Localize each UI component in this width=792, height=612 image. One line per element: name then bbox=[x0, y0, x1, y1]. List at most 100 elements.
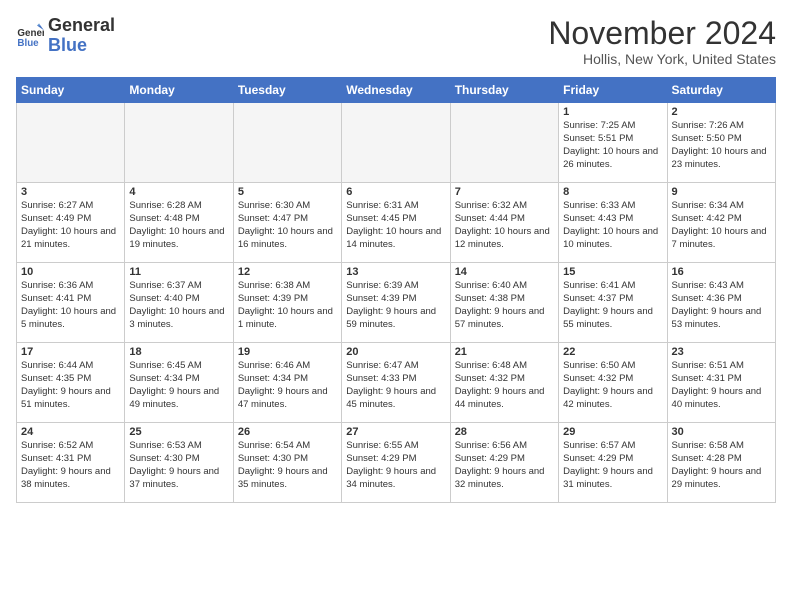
day-info: Sunrise: 6:41 AM Sunset: 4:37 PM Dayligh… bbox=[563, 280, 662, 331]
day-number: 23 bbox=[672, 346, 771, 358]
day-info: Sunrise: 6:56 AM Sunset: 4:29 PM Dayligh… bbox=[455, 440, 554, 491]
day-info: Sunrise: 6:54 AM Sunset: 4:30 PM Dayligh… bbox=[238, 440, 337, 491]
calendar-cell: 10 Sunrise: 6:36 AM Sunset: 4:41 PM Dayli… bbox=[17, 263, 125, 343]
day-number: 1 bbox=[563, 106, 662, 118]
header-row: Sunday Monday Tuesday Wednesday Thursday… bbox=[17, 78, 776, 103]
day-number: 22 bbox=[563, 346, 662, 358]
calendar-cell: 14Sunrise: 6:40 AM Sunset: 4:38 PM Dayli… bbox=[450, 263, 558, 343]
day-number: 7 bbox=[455, 186, 554, 198]
day-info: Sunrise: 6:55 AM Sunset: 4:29 PM Dayligh… bbox=[346, 440, 445, 491]
calendar-cell bbox=[125, 103, 233, 183]
calendar-cell: 16Sunrise: 6:43 AM Sunset: 4:36 PM Dayli… bbox=[667, 263, 775, 343]
day-info: Sunrise: 6:52 AM Sunset: 4:31 PM Dayligh… bbox=[21, 440, 120, 491]
calendar-week-4: 24 Sunrise: 6:52 AM Sunset: 4:31 PM Dayli… bbox=[17, 423, 776, 503]
day-number: 28 bbox=[455, 426, 554, 438]
day-number: 19 bbox=[238, 346, 337, 358]
day-number: 25 bbox=[129, 426, 228, 438]
day-number: 24 bbox=[21, 426, 120, 438]
col-sunday: Sunday bbox=[17, 78, 125, 103]
calendar-cell: 23 Sunrise: 6:51 AM Sunset: 4:31 PM Dayli… bbox=[667, 343, 775, 423]
day-info: Sunrise: 6:34 AM Sunset: 4:42 PM Dayligh… bbox=[672, 200, 771, 251]
day-info: Sunrise: 6:45 AM Sunset: 4:34 PM Dayligh… bbox=[129, 360, 228, 411]
day-info: Sunrise: 6:36 AM Sunset: 4:41 PM Dayligh… bbox=[21, 280, 120, 331]
day-info: Sunrise: 6:27 AM Sunset: 4:49 PM Dayligh… bbox=[21, 200, 120, 251]
day-info: Sunrise: 6:30 AM Sunset: 4:47 PM Dayligh… bbox=[238, 200, 337, 251]
calendar-cell: 2Sunrise: 7:26 AM Sunset: 5:50 PM Daylig… bbox=[667, 103, 775, 183]
calendar-cell: 5Sunrise: 6:30 AM Sunset: 4:47 PM Daylig… bbox=[233, 183, 341, 263]
calendar-cell: 6 Sunrise: 6:31 AM Sunset: 4:45 PM Daylig… bbox=[342, 183, 450, 263]
calendar-cell: 7 Sunrise: 6:32 AM Sunset: 4:44 PM Daylig… bbox=[450, 183, 558, 263]
calendar-cell: 9 Sunrise: 6:34 AM Sunset: 4:42 PM Daylig… bbox=[667, 183, 775, 263]
day-info: Sunrise: 6:51 AM Sunset: 4:31 PM Dayligh… bbox=[672, 360, 771, 411]
calendar-cell: 22Sunrise: 6:50 AM Sunset: 4:32 PM Dayli… bbox=[559, 343, 667, 423]
day-info: Sunrise: 6:57 AM Sunset: 4:29 PM Dayligh… bbox=[563, 440, 662, 491]
logo-line1: General bbox=[48, 16, 115, 36]
logo: General Blue General Blue bbox=[16, 16, 115, 56]
calendar-cell bbox=[233, 103, 341, 183]
day-number: 27 bbox=[346, 426, 445, 438]
calendar-cell bbox=[342, 103, 450, 183]
day-info: Sunrise: 6:39 AM Sunset: 4:39 PM Dayligh… bbox=[346, 280, 445, 331]
header: General Blue General Blue November 2024 … bbox=[16, 16, 776, 67]
calendar-table: Sunday Monday Tuesday Wednesday Thursday… bbox=[16, 77, 776, 503]
day-info: Sunrise: 6:47 AM Sunset: 4:33 PM Dayligh… bbox=[346, 360, 445, 411]
col-thursday: Thursday bbox=[450, 78, 558, 103]
col-tuesday: Tuesday bbox=[233, 78, 341, 103]
calendar-cell: 17Sunrise: 6:44 AM Sunset: 4:35 PM Dayli… bbox=[17, 343, 125, 423]
page: General Blue General Blue November 2024 … bbox=[0, 0, 792, 612]
day-number: 21 bbox=[455, 346, 554, 358]
calendar-cell: 25 Sunrise: 6:53 AM Sunset: 4:30 PM Dayli… bbox=[125, 423, 233, 503]
col-saturday: Saturday bbox=[667, 78, 775, 103]
calendar-cell: 18Sunrise: 6:45 AM Sunset: 4:34 PM Dayli… bbox=[125, 343, 233, 423]
logo-line2: Blue bbox=[48, 36, 115, 56]
calendar-cell: 15Sunrise: 6:41 AM Sunset: 4:37 PM Dayli… bbox=[559, 263, 667, 343]
calendar-cell: 27 Sunrise: 6:55 AM Sunset: 4:29 PM Dayli… bbox=[342, 423, 450, 503]
calendar-cell: 30 Sunrise: 6:58 AM Sunset: 4:28 PM Dayli… bbox=[667, 423, 775, 503]
calendar-cell: 3Sunrise: 6:27 AM Sunset: 4:49 PM Daylig… bbox=[17, 183, 125, 263]
month-title: November 2024 bbox=[548, 16, 776, 51]
calendar-week-2: 10 Sunrise: 6:36 AM Sunset: 4:41 PM Dayli… bbox=[17, 263, 776, 343]
calendar-cell: 1 Sunrise: 7:25 AM Sunset: 5:51 PM Daylig… bbox=[559, 103, 667, 183]
svg-text:Blue: Blue bbox=[17, 38, 39, 49]
day-info: Sunrise: 6:40 AM Sunset: 4:38 PM Dayligh… bbox=[455, 280, 554, 331]
day-number: 26 bbox=[238, 426, 337, 438]
logo-text: General Blue bbox=[48, 16, 115, 56]
day-info: Sunrise: 6:53 AM Sunset: 4:30 PM Dayligh… bbox=[129, 440, 228, 491]
calendar-cell: 13Sunrise: 6:39 AM Sunset: 4:39 PM Dayli… bbox=[342, 263, 450, 343]
calendar-cell: 4 Sunrise: 6:28 AM Sunset: 4:48 PM Daylig… bbox=[125, 183, 233, 263]
calendar-cell: 20 Sunrise: 6:47 AM Sunset: 4:33 PM Dayli… bbox=[342, 343, 450, 423]
title-block: November 2024 Hollis, New York, United S… bbox=[548, 16, 776, 67]
logo-icon: General Blue bbox=[16, 22, 44, 50]
day-info: Sunrise: 6:28 AM Sunset: 4:48 PM Dayligh… bbox=[129, 200, 228, 251]
calendar-cell: 24 Sunrise: 6:52 AM Sunset: 4:31 PM Dayli… bbox=[17, 423, 125, 503]
calendar-cell: 21Sunrise: 6:48 AM Sunset: 4:32 PM Dayli… bbox=[450, 343, 558, 423]
col-friday: Friday bbox=[559, 78, 667, 103]
day-number: 8 bbox=[563, 186, 662, 198]
day-info: Sunrise: 6:44 AM Sunset: 4:35 PM Dayligh… bbox=[21, 360, 120, 411]
day-info: Sunrise: 7:26 AM Sunset: 5:50 PM Dayligh… bbox=[672, 120, 771, 171]
day-info: Sunrise: 6:32 AM Sunset: 4:44 PM Dayligh… bbox=[455, 200, 554, 251]
calendar-cell bbox=[17, 103, 125, 183]
calendar-week-3: 17Sunrise: 6:44 AM Sunset: 4:35 PM Dayli… bbox=[17, 343, 776, 423]
day-number: 29 bbox=[563, 426, 662, 438]
calendar-week-0: 1 Sunrise: 7:25 AM Sunset: 5:51 PM Daylig… bbox=[17, 103, 776, 183]
calendar-cell: 11Sunrise: 6:37 AM Sunset: 4:40 PM Dayli… bbox=[125, 263, 233, 343]
calendar-cell: 12Sunrise: 6:38 AM Sunset: 4:39 PM Dayli… bbox=[233, 263, 341, 343]
day-info: Sunrise: 7:25 AM Sunset: 5:51 PM Dayligh… bbox=[563, 120, 662, 171]
calendar-cell: 28 Sunrise: 6:56 AM Sunset: 4:29 PM Dayli… bbox=[450, 423, 558, 503]
day-number: 30 bbox=[672, 426, 771, 438]
day-number: 4 bbox=[129, 186, 228, 198]
day-number: 9 bbox=[672, 186, 771, 198]
day-number: 16 bbox=[672, 266, 771, 278]
day-info: Sunrise: 6:31 AM Sunset: 4:45 PM Dayligh… bbox=[346, 200, 445, 251]
day-number: 11 bbox=[129, 266, 228, 278]
col-wednesday: Wednesday bbox=[342, 78, 450, 103]
day-info: Sunrise: 6:58 AM Sunset: 4:28 PM Dayligh… bbox=[672, 440, 771, 491]
calendar-week-1: 3Sunrise: 6:27 AM Sunset: 4:49 PM Daylig… bbox=[17, 183, 776, 263]
day-number: 10 bbox=[21, 266, 120, 278]
day-number: 6 bbox=[346, 186, 445, 198]
day-number: 12 bbox=[238, 266, 337, 278]
location: Hollis, New York, United States bbox=[548, 51, 776, 67]
day-info: Sunrise: 6:46 AM Sunset: 4:34 PM Dayligh… bbox=[238, 360, 337, 411]
day-number: 20 bbox=[346, 346, 445, 358]
